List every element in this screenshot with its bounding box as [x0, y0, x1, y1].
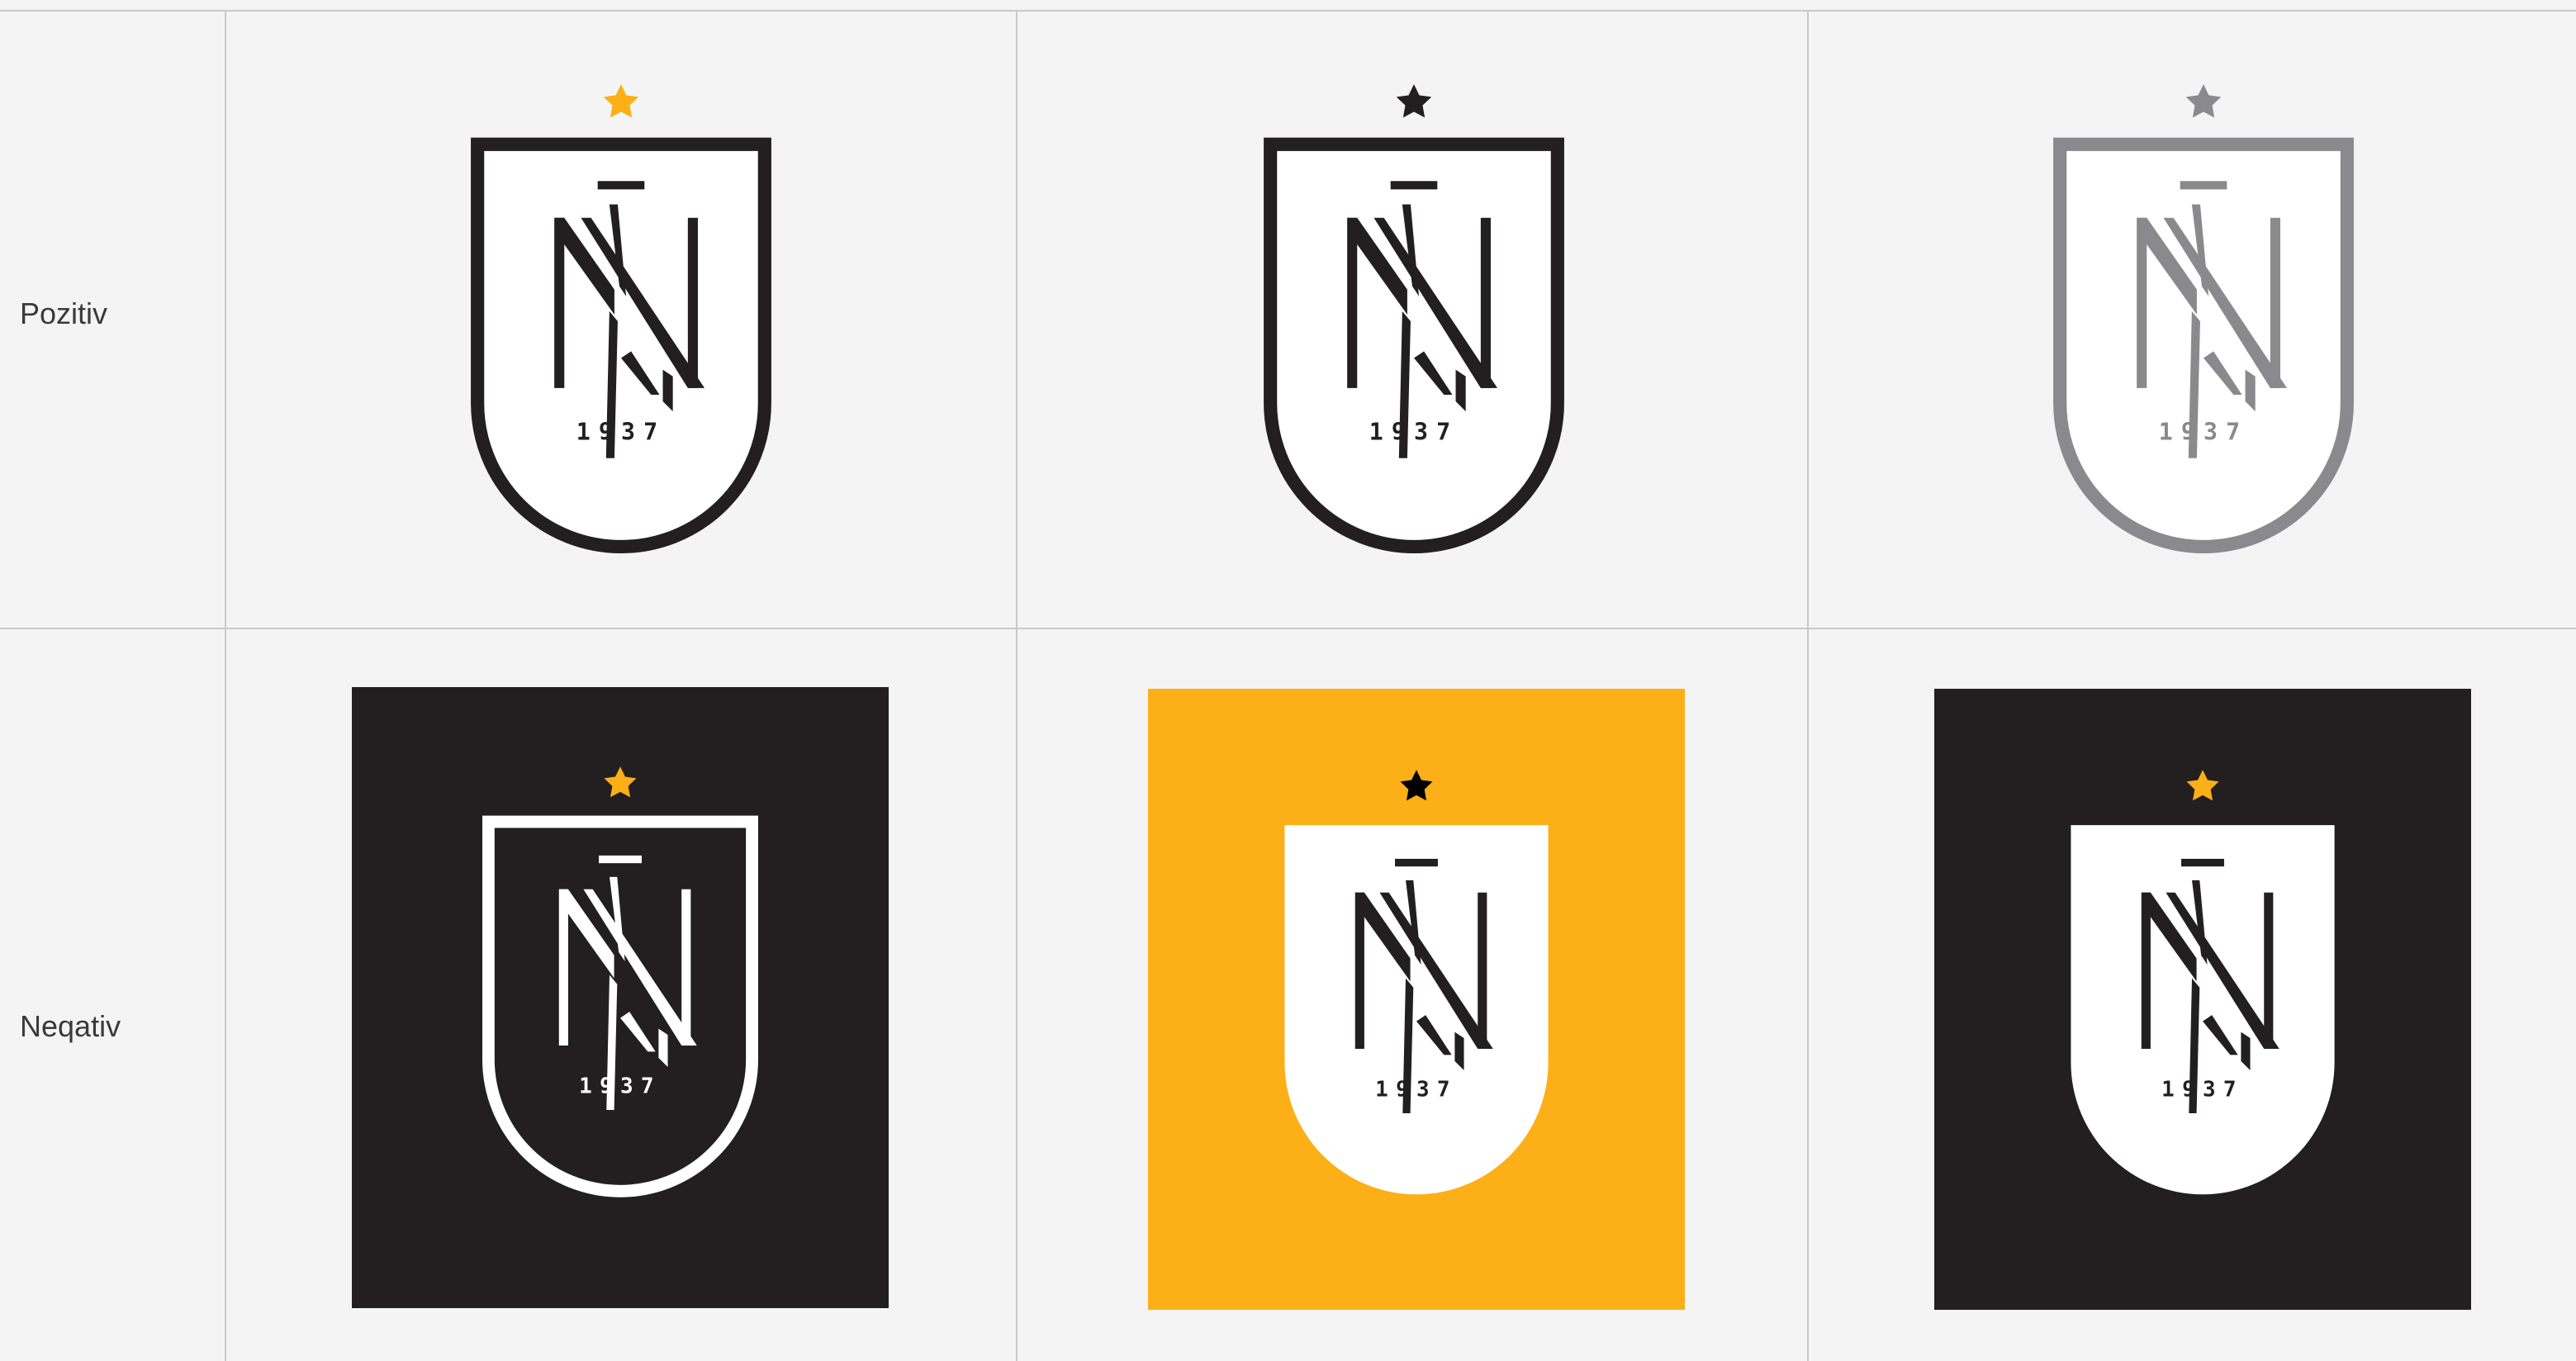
- logo-cell-positive-silver: 1937: [1809, 12, 2576, 628]
- crest-logo-negative-on-black: 1937: [2071, 770, 2335, 1195]
- star-icon: [2185, 84, 2222, 118]
- star-icon: [604, 766, 637, 798]
- logo-cell-positive-black: 1937: [1018, 12, 1807, 628]
- year-label: 1937: [579, 1074, 662, 1099]
- crest-logo-positive-silver: 1937: [2053, 84, 2354, 553]
- star-icon: [1396, 84, 1432, 118]
- shield-shape: [2071, 825, 2335, 1195]
- year-label: 1937: [576, 419, 667, 446]
- year-label: 1937: [1375, 1078, 1458, 1103]
- logo-cell-positive-color: 1937: [226, 12, 1016, 628]
- star-icon: [2186, 770, 2219, 801]
- year-label: 1937: [2161, 1078, 2244, 1103]
- year-label: 1937: [2159, 419, 2249, 446]
- shield-shape: [1284, 825, 1549, 1195]
- year-label: 1937: [1369, 419, 1459, 446]
- crest-logo-positive-black: 1937: [1264, 84, 1564, 553]
- row-label-negative: Neqativ: [20, 1009, 121, 1043]
- shield-shape: [471, 137, 771, 553]
- logo-background-black-2: 1937: [1934, 689, 2471, 1310]
- star-icon: [603, 84, 639, 118]
- crest-logo-negative-on-yellow: 1937: [1284, 770, 1549, 1195]
- shield-shape: [1264, 137, 1564, 553]
- row-label-positive: Pozitiv: [20, 296, 108, 330]
- star-icon: [1400, 770, 1433, 801]
- grid-line-middle: [0, 628, 2576, 629]
- crest-logo-negative-outline: 1937: [482, 766, 758, 1197]
- crest-logo-positive-color: 1937: [471, 84, 771, 553]
- shield-shape: [2053, 137, 2354, 553]
- shield-shape: [482, 815, 758, 1197]
- logo-background-black-1: 1937: [352, 687, 889, 1308]
- logo-background-yellow: 1937: [1148, 689, 1685, 1310]
